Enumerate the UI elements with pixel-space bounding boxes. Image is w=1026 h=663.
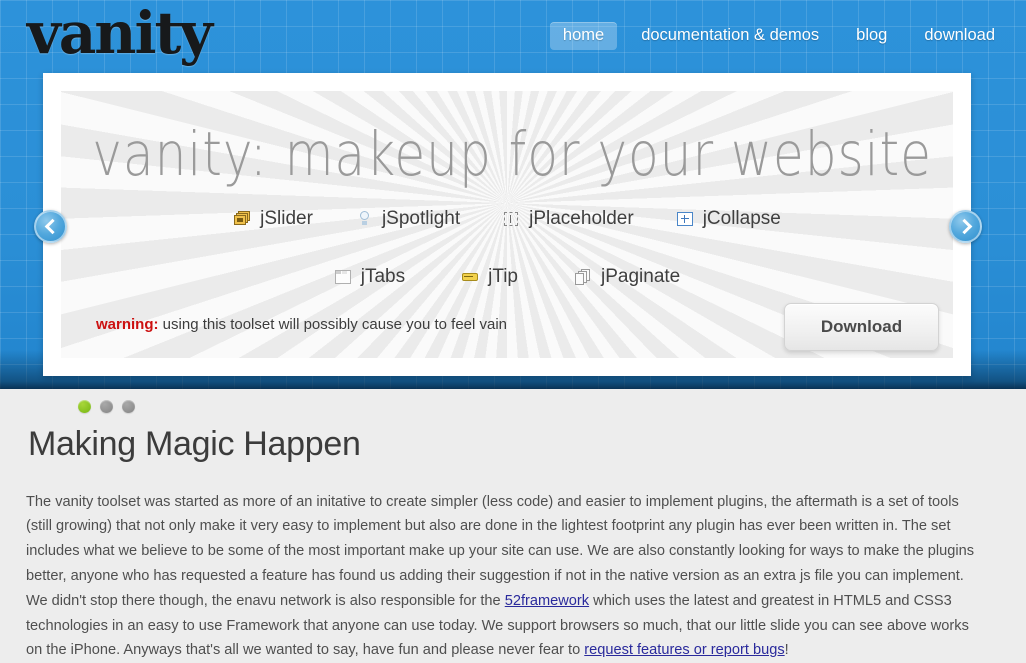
download-button[interactable]: Download (784, 303, 939, 351)
stacked-pages-icon (574, 268, 592, 286)
link-request-features[interactable]: request features or report bugs (584, 642, 784, 658)
nav-item-home[interactable]: home (549, 22, 618, 50)
warning-label: warning: (96, 316, 159, 333)
plugin-list-row-2: jTabs jTip jPaginate (61, 266, 953, 288)
plugin-label: jSlider (260, 208, 313, 229)
section-paragraph: The vanity toolset was started as more o… (26, 490, 988, 663)
slider-prev-button[interactable] (34, 210, 67, 243)
plugin-item-jpaginate[interactable]: jPaginate (574, 266, 680, 288)
paragraph-text-part-3: ! (784, 642, 789, 659)
nav-item-blog[interactable]: blog (843, 22, 900, 50)
plugin-list-row-1: jSlider jSpotlight jPlaceholder jCollaps… (61, 208, 953, 230)
plugin-item-jslider[interactable]: jSlider (233, 208, 313, 230)
slider-dot-2[interactable] (100, 400, 113, 413)
dotted-textbox-icon (502, 210, 520, 228)
site-logo[interactable]: vanity (27, 0, 213, 68)
warning-text: using this toolset will possibly cause y… (162, 316, 508, 333)
plugin-label: jTip (488, 266, 519, 287)
hero-slide: vanity: makeup for your website jSlider … (61, 91, 953, 358)
link-52framework[interactable]: 52framework (505, 593, 589, 609)
stacked-cards-icon (233, 210, 251, 228)
tooltip-icon (461, 268, 479, 286)
chevron-left-icon (44, 218, 60, 235)
plugin-item-jspotlight[interactable]: jSpotlight (355, 208, 460, 230)
content-section: Making Magic Happen The vanity toolset w… (0, 389, 1026, 663)
chevron-right-icon (956, 218, 972, 235)
plugin-item-jplaceholder[interactable]: jPlaceholder (502, 208, 634, 230)
nav-item-documentation-demos[interactable]: documentation & demos (628, 22, 832, 50)
hero-title: vanity: makeup for your website (92, 119, 932, 190)
hero-slider: vanity: makeup for your website jSlider … (43, 73, 971, 376)
slider-dot-1[interactable] (78, 400, 91, 413)
plugin-label: jCollapse (702, 208, 781, 229)
section-heading: Making Magic Happen (28, 425, 361, 463)
nav-item-download[interactable]: download (911, 22, 1008, 50)
plus-box-icon (676, 210, 694, 228)
main-navigation: home documentation & demos blog download (539, 22, 1008, 50)
lightbulb-icon (355, 210, 373, 228)
paragraph-text-part-1: The vanity toolset was started as more o… (26, 493, 975, 609)
plugin-label: jPlaceholder (529, 208, 634, 229)
plugin-label: jTabs (360, 266, 406, 287)
slider-dot-3[interactable] (122, 400, 135, 413)
tabbed-window-icon (334, 268, 352, 286)
plugin-label: jSpotlight (381, 208, 461, 229)
slider-next-button[interactable] (949, 210, 982, 243)
plugin-item-jtip[interactable]: jTip (461, 266, 518, 288)
slider-pagination (78, 400, 135, 413)
site-header: vanity home documentation & demos blog d… (0, 0, 1026, 70)
plugin-label: jPaginate (601, 266, 681, 287)
plugin-item-jcollapse[interactable]: jCollapse (676, 208, 781, 230)
warning-message: warning: using this toolset will possibl… (96, 316, 507, 333)
plugin-item-jtabs[interactable]: jTabs (334, 266, 405, 288)
